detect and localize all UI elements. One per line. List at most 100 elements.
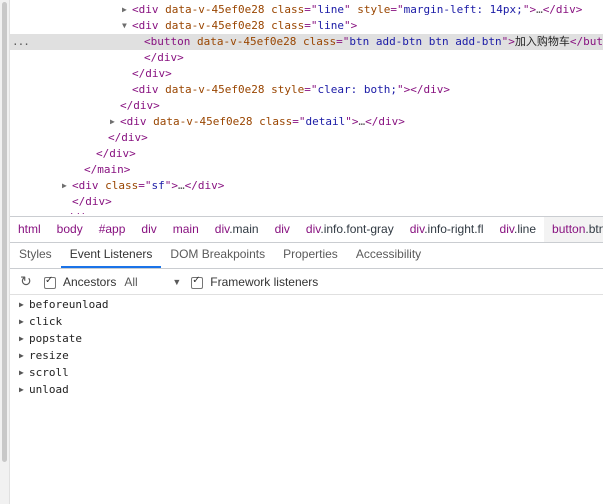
tag-gt: > (171, 179, 178, 192)
listener-name: click (29, 315, 63, 328)
tag-open: </div> (72, 195, 112, 208)
attr-eq: =" (336, 35, 350, 48)
triangle-right-icon[interactable]: ▶ (19, 364, 29, 381)
crumb-tag: div (409, 222, 425, 236)
attr-value: line (317, 3, 344, 16)
crumb-class: .main (229, 222, 259, 236)
listener-item[interactable]: ▶ unload (10, 381, 603, 398)
listener-item[interactable]: ▶ resize (10, 347, 603, 364)
tag-open: </div> (60, 211, 100, 214)
tab-properties[interactable]: Properties (274, 242, 347, 268)
triangle-right-icon[interactable]: ▶ (122, 2, 132, 18)
dom-node-content: </div> (110, 98, 160, 114)
dom-node-row[interactable]: ... <button data-v-45ef0e28 class="btn ad… (10, 34, 603, 50)
crumb-tag: div (214, 222, 230, 236)
tag-end: </button> (569, 35, 603, 48)
attr-quote: " (345, 115, 352, 128)
attr-value: btn add-btn btn add-btn (349, 35, 502, 48)
breadcrumb-item[interactable]: div (267, 217, 298, 242)
breadcrumb-item[interactable]: main (165, 217, 207, 242)
crumb-tag: div (141, 222, 157, 236)
chevron-down-icon[interactable]: ▼ (172, 277, 181, 287)
tag-open: <button (144, 35, 191, 48)
crumb-tag: body (56, 222, 83, 236)
triangle-right-icon[interactable]: ▶ (19, 381, 29, 398)
attr-eq: =" (292, 115, 306, 128)
crumb-class: .info.font-gray (320, 222, 394, 236)
dom-node-content: <button data-v-45ef0e28 class="btn add-b… (134, 34, 603, 50)
attr-value: clear: both; (317, 83, 397, 96)
breadcrumb-item[interactable]: div.line (492, 217, 544, 242)
listener-name: popstate (29, 332, 82, 345)
listener-name: beforeunload (29, 298, 109, 311)
dom-node-content: </main> (74, 162, 130, 178)
tag-open: <div (72, 179, 99, 192)
framework-listeners-checkbox[interactable] (191, 275, 204, 289)
attr-eq: =" (304, 19, 318, 32)
attr-value: margin-left: 14px; (403, 3, 523, 16)
attr-name: class (271, 19, 305, 32)
tag-open: <div (132, 3, 159, 16)
tag-open: <div (120, 115, 147, 128)
breadcrumb-item[interactable]: body (49, 217, 91, 242)
attr-name: class (105, 179, 139, 192)
refresh-icon[interactable]: ↻ (20, 273, 36, 290)
tab-dom-breakpoints[interactable]: DOM Breakpoints (161, 242, 274, 268)
triangle-right-icon[interactable]: ▶ (62, 178, 72, 194)
attr-name: style (357, 3, 391, 16)
dom-node-content: </div> (86, 146, 136, 162)
attr-name: data-v-45ef0e28 (153, 115, 253, 128)
dom-node-content: ▶ <div data-v-45ef0e28 class="detail">…</… (110, 114, 405, 130)
ellipsis[interactable]: … (536, 3, 543, 16)
tag-open: <div (132, 19, 159, 32)
attr-quote: " (343, 3, 351, 16)
breadcrumb-item[interactable]: html (10, 217, 49, 242)
tag-open: </div> (132, 67, 172, 80)
triangle-right-icon[interactable]: ▶ (19, 296, 29, 313)
breadcrumb-item[interactable]: div (133, 217, 164, 242)
crumb-tag: #app (98, 222, 126, 236)
more-options-icon[interactable]: ... (12, 34, 30, 50)
triangle-right-icon[interactable]: ▶ (19, 313, 29, 330)
listener-filter-select[interactable]: All (124, 275, 174, 289)
listener-item[interactable]: ▶ popstate (10, 330, 603, 347)
triangle-down-icon[interactable]: ▼ (122, 18, 132, 34)
listener-item[interactable]: ▶ click (10, 313, 603, 330)
listener-item[interactable]: ▶ scroll (10, 364, 603, 381)
tag-open: <div (132, 83, 159, 96)
scrollbar-thumb[interactable] (2, 2, 7, 462)
crumb-tag: div (274, 222, 290, 236)
attr-quote: " (396, 83, 404, 96)
crumb-tag: div (305, 222, 321, 236)
crumb-tag: main (172, 222, 199, 236)
triangle-right-icon[interactable]: ▶ (110, 114, 120, 130)
listener-item[interactable]: ▶ beforeunload (10, 296, 603, 313)
tag-close: </div> (184, 179, 225, 192)
attr-name: data-v-45ef0e28 (165, 19, 265, 32)
tab-accessibility[interactable]: Accessibility (347, 242, 430, 268)
ancestors-checkbox[interactable] (44, 275, 56, 289)
breadcrumb-item[interactable]: div.info.font-gray (298, 217, 402, 242)
breadcrumb-item[interactable]: #app (91, 217, 134, 242)
breadcrumb-item[interactable]: button.btn.add (544, 217, 603, 242)
dom-node-content: </div> (98, 130, 148, 146)
attr-name: data-v-45ef0e28 (196, 35, 297, 48)
crumb-class: .info-right.fl (424, 222, 484, 236)
tab-styles[interactable]: Styles (10, 242, 61, 268)
listener-name: scroll (29, 366, 69, 379)
dom-node-content: </div> (50, 210, 100, 214)
ancestors-label: Ancestors (63, 274, 117, 289)
attr-name: class (271, 3, 305, 16)
left-scrollbar[interactable] (0, 0, 10, 504)
event-listeners-toolbar: ↻ Ancestors All ▼ Framework listeners (10, 269, 603, 295)
triangle-right-icon[interactable]: ▶ (19, 330, 29, 347)
listener-name: unload (29, 383, 69, 396)
crumb-tag: button (552, 222, 586, 236)
attr-name: style (271, 83, 305, 96)
tab-event-listeners[interactable]: Event Listeners (60, 242, 162, 268)
attr-value: detail (305, 115, 346, 128)
ellipsis[interactable]: … (178, 179, 185, 192)
breadcrumb-item[interactable]: div.info-right.fl (402, 217, 492, 242)
breadcrumb-item[interactable]: div.main (207, 217, 267, 242)
triangle-right-icon[interactable]: ▶ (19, 347, 29, 364)
